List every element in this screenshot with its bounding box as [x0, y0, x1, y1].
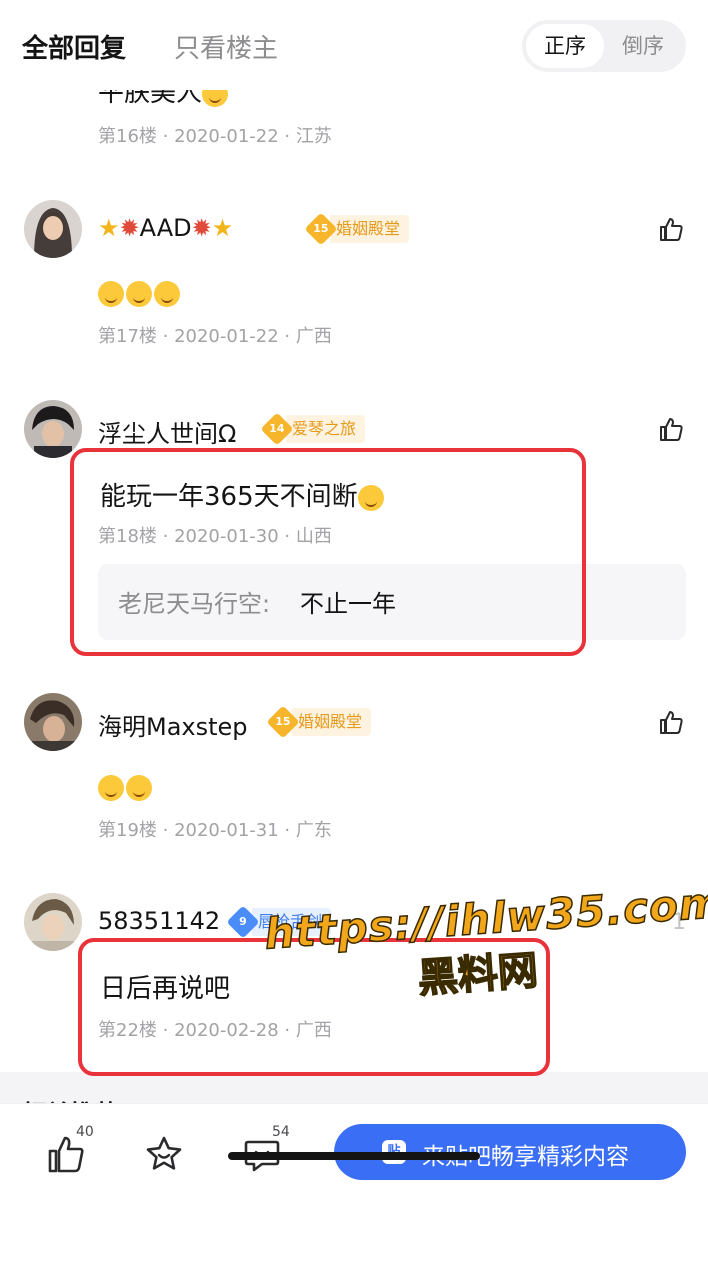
sort-order-toggle: 正序 倒序 — [522, 20, 686, 72]
star-icon[interactable] — [144, 1134, 184, 1174]
username[interactable]: ★✹AAD✹★ — [98, 214, 233, 242]
level-badge: 15 婚姻殿堂 — [266, 705, 372, 739]
emoji-icon — [126, 774, 152, 801]
previous-comment-meta: 第16楼 · 2020-01-22 · 江苏 — [98, 126, 332, 147]
comment-count: 54 — [272, 1124, 290, 1140]
thumbs-up-icon[interactable] — [46, 1134, 86, 1174]
avatar[interactable] — [24, 893, 82, 951]
like-count: 40 — [76, 1124, 94, 1140]
level-badge: 15 婚姻殿堂 — [304, 212, 410, 246]
emoji-icon — [126, 280, 152, 307]
emoji-icon — [154, 280, 180, 307]
username[interactable]: 浮尘人世间Ω — [98, 414, 236, 449]
avatar[interactable] — [24, 693, 82, 751]
comment-meta: 第19楼 · 2020-01-31 · 广东 — [98, 820, 332, 841]
tab-all-replies[interactable]: 全部回复 — [22, 28, 126, 65]
emoji-icon — [98, 774, 124, 801]
comment-meta: 第17楼 · 2020-01-22 · 广西 — [98, 326, 332, 347]
username[interactable]: 海明Maxstep — [98, 707, 248, 742]
thumbs-up-icon[interactable] — [658, 416, 684, 442]
tab-op-only[interactable]: 只看楼主 — [174, 28, 278, 65]
bottom-action-bar: 40 54 贴 来贴吧畅享精彩内容 — [0, 1104, 708, 1280]
emoji-icon — [98, 280, 124, 307]
avatar[interactable] — [24, 200, 82, 258]
reply-tabbar: 全部回复 只看楼主 正序 倒序 — [0, 0, 708, 90]
comment-emoji-row — [98, 772, 154, 802]
username[interactable]: 58351142 — [98, 907, 220, 935]
sort-asc-button[interactable]: 正序 — [526, 24, 604, 68]
home-indicator[interactable] — [228, 1152, 480, 1160]
highlight-frame — [70, 448, 586, 656]
sort-desc-button[interactable]: 倒序 — [604, 24, 682, 68]
thumbs-up-icon[interactable] — [658, 216, 684, 242]
comment-emoji-row — [98, 278, 182, 308]
watermark: https://ihlw35.com 黑料网 — [262, 877, 708, 1003]
level-badge: 14 爱琴之旅 — [260, 412, 366, 446]
thumbs-up-icon[interactable] — [658, 709, 684, 735]
avatar[interactable] — [24, 400, 82, 458]
